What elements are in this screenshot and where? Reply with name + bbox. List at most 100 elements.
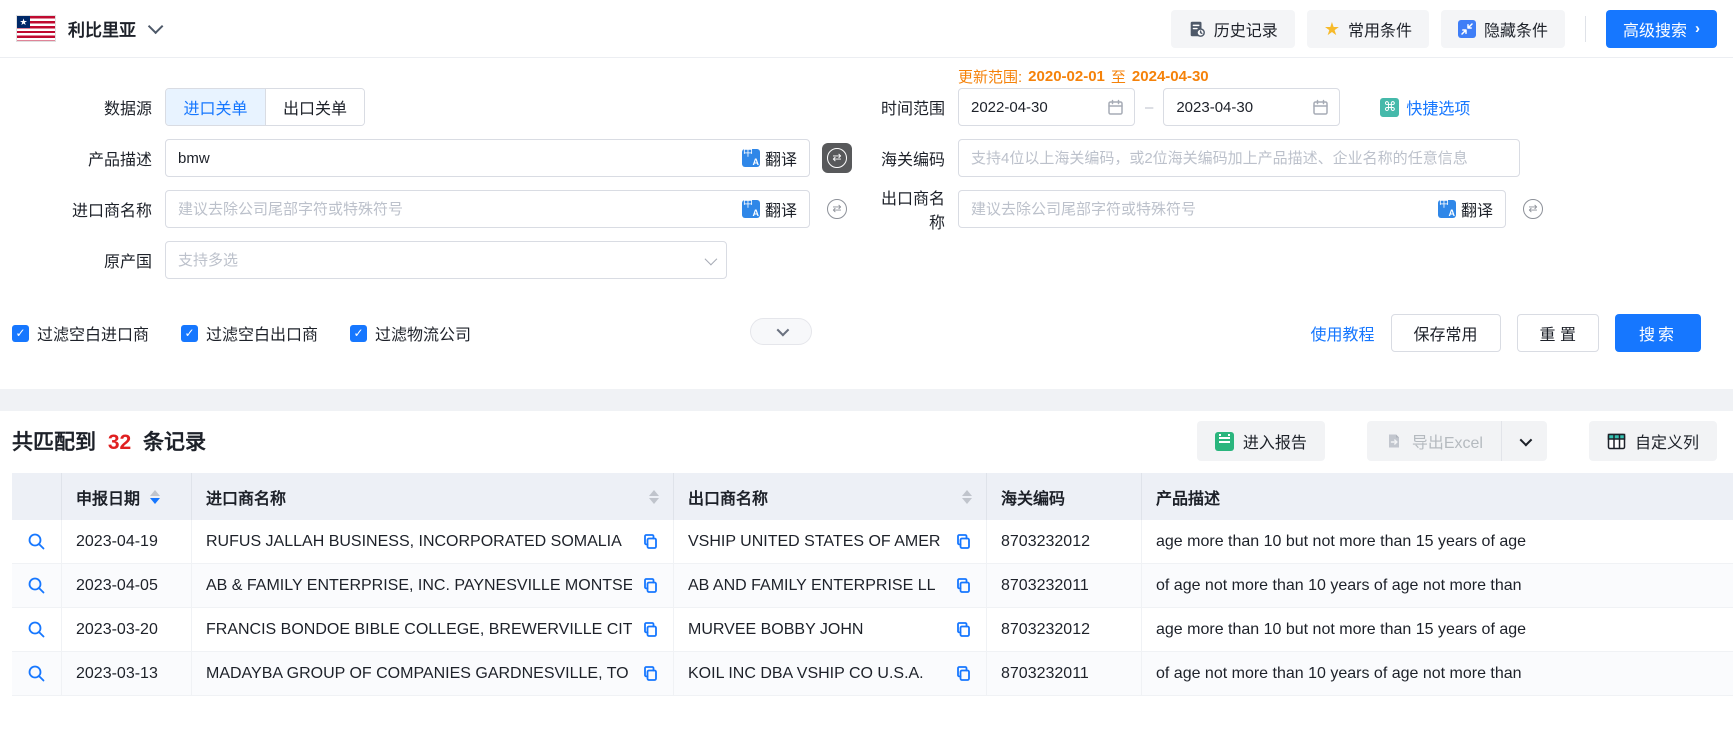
advanced-search-button[interactable]: 高级搜索 › bbox=[1606, 10, 1717, 48]
hs-code: 8703232012 bbox=[1001, 533, 1090, 551]
declare-date-cell: 2023-03-20 bbox=[62, 608, 192, 652]
product-synonym-button[interactable]: ⇄ bbox=[822, 143, 852, 173]
start-date-field[interactable] bbox=[958, 88, 1135, 126]
enter-report-button[interactable]: 进入报告 bbox=[1197, 421, 1325, 461]
start-date-input[interactable] bbox=[959, 89, 1107, 125]
copy-icon[interactable] bbox=[955, 621, 972, 638]
history-button[interactable]: 历史记录 bbox=[1171, 10, 1295, 48]
end-date-field[interactable] bbox=[1163, 88, 1340, 126]
search-detail-icon[interactable] bbox=[27, 664, 46, 683]
header-product-desc: 产品描述 bbox=[1142, 473, 1733, 520]
checkbox-label: 过滤物流公司 bbox=[375, 321, 471, 345]
checkbox-filter-logistics[interactable]: ✓ 过滤物流公司 bbox=[350, 321, 471, 345]
checkbox-checked-icon: ✓ bbox=[181, 325, 198, 342]
top-bar: ★ 利比里亚 历史记录 ★ 常用条件 bbox=[0, 0, 1733, 58]
product-desc: of age not more than 10 years of age not… bbox=[1156, 665, 1733, 683]
advanced-search-label: 高级搜索 bbox=[1623, 17, 1687, 41]
time-range-label: 时间范围 bbox=[868, 95, 958, 119]
summary-suffix: 条记录 bbox=[143, 431, 206, 454]
expand-more-filters-button[interactable] bbox=[750, 318, 812, 345]
tab-export-customs[interactable]: 出口关单 bbox=[265, 89, 364, 125]
product-desc-cell: age more than 10 but not more than 15 ye… bbox=[1142, 520, 1733, 564]
customize-columns-button[interactable]: 自定义列 bbox=[1589, 421, 1717, 461]
product-desc-inputwrap: 中 A 翻译 bbox=[165, 139, 810, 177]
sort-control-importer[interactable] bbox=[649, 490, 659, 504]
product-desc-input[interactable] bbox=[166, 140, 742, 176]
checkbox-filter-blank-exporter[interactable]: ✓ 过滤空白出口商 bbox=[181, 321, 318, 345]
search-detail-icon[interactable] bbox=[27, 576, 46, 595]
form-left-column: 数据源 进口关单 出口关单 产品描述 中 A bbox=[0, 64, 868, 292]
save-favorite-button[interactable]: 保存常用 bbox=[1391, 314, 1501, 352]
table-row: 2023-04-19 RUFUS JALLAH BUSINESS, INCORP… bbox=[12, 520, 1733, 564]
end-date-input[interactable] bbox=[1164, 89, 1312, 125]
filter-row: ✓ 过滤空白进口商 ✓ 过滤空白出口商 ✓ 过滤物流公司 使用教程 保存常用 重… bbox=[0, 314, 1717, 352]
importer-input[interactable] bbox=[166, 191, 742, 227]
sort-control-exporter[interactable] bbox=[962, 490, 972, 504]
table-row: 2023-03-20 FRANCIS BONDOE BIBLE COLLEGE,… bbox=[12, 608, 1733, 652]
tutorial-link[interactable]: 使用教程 bbox=[1311, 321, 1375, 345]
hide-conditions-label: 隐藏条件 bbox=[1484, 17, 1548, 41]
importer-cell: RUFUS JALLAH BUSINESS, INCORPORATED SOMA… bbox=[192, 520, 674, 564]
exporter-input[interactable] bbox=[959, 191, 1438, 227]
copy-icon[interactable] bbox=[955, 665, 972, 682]
product-desc-row: 产品描述 中 A 翻译 ⇄ bbox=[0, 139, 868, 177]
exporter-cell: KOIL INC DBA VSHIP CO U.S.A. bbox=[674, 652, 987, 696]
header-exporter[interactable]: 出口商名称 bbox=[674, 473, 987, 520]
header-importer[interactable]: 进口商名称 bbox=[192, 473, 674, 520]
sort-asc-icon bbox=[150, 490, 160, 496]
product-translate-button[interactable]: 中 A 翻译 bbox=[742, 146, 809, 170]
hs-code-cell: 8703232012 bbox=[987, 608, 1142, 652]
country-selector[interactable]: ★ 利比里亚 bbox=[16, 15, 159, 42]
hs-code-input[interactable] bbox=[959, 140, 1519, 176]
table-body: 2023-04-19 RUFUS JALLAH BUSINESS, INCORP… bbox=[12, 520, 1733, 696]
search-detail-icon[interactable] bbox=[27, 532, 46, 551]
copy-icon[interactable] bbox=[642, 665, 659, 682]
report-icon bbox=[1215, 432, 1234, 451]
exporter-translate-button[interactable]: 中 A 翻译 bbox=[1438, 197, 1505, 221]
checkbox-checked-icon: ✓ bbox=[12, 325, 29, 342]
exporter-synonym-button[interactable]: ⇄ bbox=[1518, 194, 1548, 224]
declare-date-cell: 2023-03-13 bbox=[62, 652, 192, 696]
hs-code-cell: 8703232011 bbox=[987, 564, 1142, 608]
hs-code: 8703232011 bbox=[1001, 665, 1089, 683]
copy-icon[interactable] bbox=[955, 577, 972, 594]
tab-import-customs[interactable]: 进口关单 bbox=[166, 89, 265, 125]
importer-synonym-button[interactable]: ⇄ bbox=[822, 194, 852, 224]
declare-date-cell: 2023-04-19 bbox=[62, 520, 192, 564]
copy-icon[interactable] bbox=[642, 621, 659, 638]
customize-columns-label: 自定义列 bbox=[1635, 429, 1699, 453]
copy-icon[interactable] bbox=[642, 577, 659, 594]
enter-report-label: 进入报告 bbox=[1243, 429, 1307, 453]
importer-name: FRANCIS BONDOE BIBLE COLLEGE, BREWERVILL… bbox=[206, 621, 632, 639]
app-root: ★ 利比里亚 历史记录 ★ 常用条件 bbox=[0, 0, 1733, 738]
reset-button[interactable]: 重 置 bbox=[1517, 314, 1599, 352]
update-range: 更新范围: 2020-02-01 至 2024-04-30 bbox=[868, 64, 1717, 88]
history-icon bbox=[1188, 20, 1206, 38]
header-declare-date[interactable]: 申报日期 bbox=[62, 473, 192, 520]
hs-code-row: 海关编码 bbox=[868, 139, 1717, 177]
importer-translate-button[interactable]: 中 A 翻译 bbox=[742, 197, 809, 221]
chevron-down-icon bbox=[148, 19, 164, 35]
declare-date-cell: 2023-04-05 bbox=[62, 564, 192, 608]
row-detail-cell bbox=[12, 608, 62, 652]
sort-control-date[interactable] bbox=[150, 490, 160, 504]
search-detail-icon[interactable] bbox=[27, 620, 46, 639]
favorites-button[interactable]: ★ 常用条件 bbox=[1307, 10, 1429, 48]
origin-select[interactable] bbox=[165, 241, 727, 279]
export-dropdown-button[interactable] bbox=[1501, 421, 1547, 461]
search-button[interactable]: 搜索 bbox=[1615, 314, 1701, 352]
command-icon: ⌘ bbox=[1380, 98, 1399, 117]
quick-options-button[interactable]: ⌘ 快捷选项 bbox=[1380, 95, 1470, 119]
flag-star-icon: ★ bbox=[17, 16, 30, 28]
copy-icon[interactable] bbox=[642, 533, 659, 550]
row-detail-cell bbox=[12, 652, 62, 696]
origin-input[interactable] bbox=[166, 242, 705, 278]
sort-desc-icon bbox=[150, 498, 160, 504]
translate-icon: 中 A bbox=[742, 149, 760, 167]
export-excel-button[interactable]: 导出Excel bbox=[1367, 421, 1501, 461]
hide-conditions-button[interactable]: 隐藏条件 bbox=[1441, 10, 1565, 48]
copy-icon[interactable] bbox=[955, 533, 972, 550]
checkbox-filter-blank-importer[interactable]: ✓ 过滤空白进口商 bbox=[12, 321, 149, 345]
sort-desc-icon bbox=[649, 498, 659, 504]
translate-label: 翻译 bbox=[765, 146, 797, 170]
